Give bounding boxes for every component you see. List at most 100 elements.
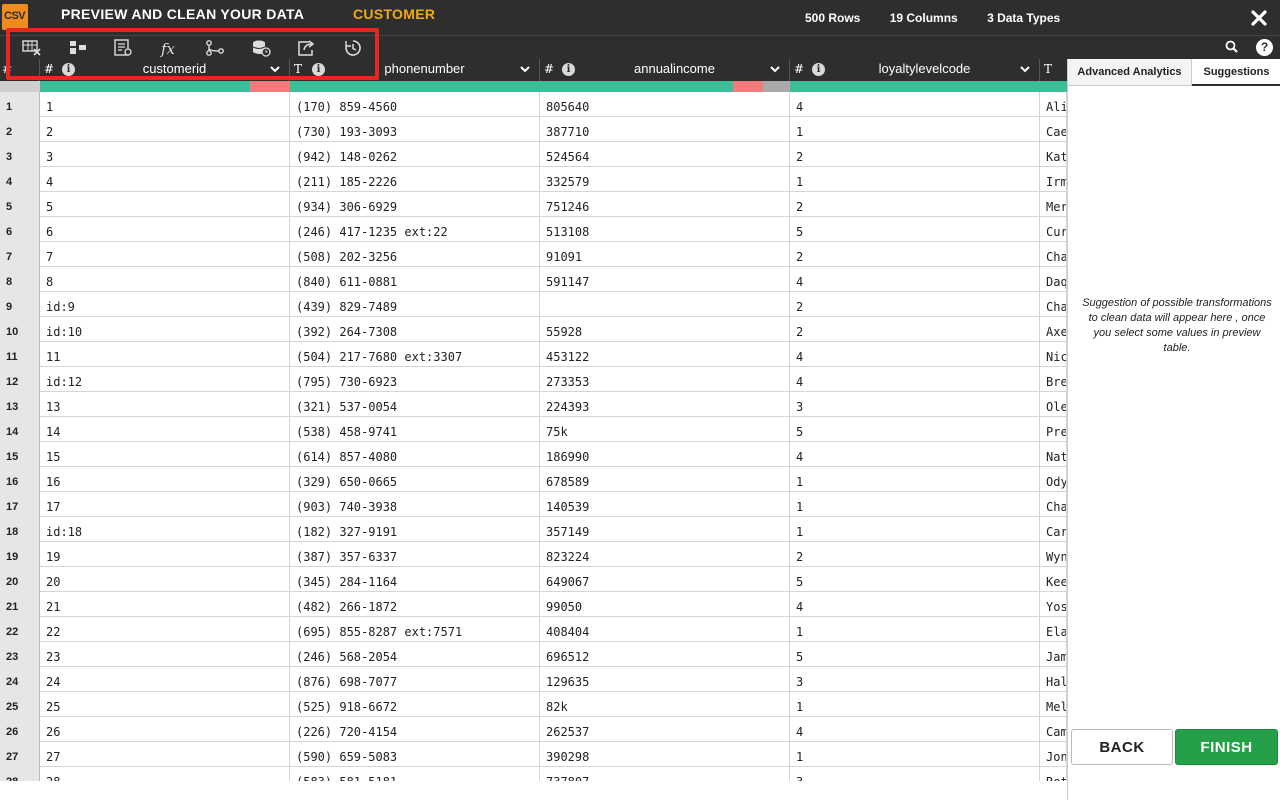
table-cell[interactable]: 1 (790, 692, 1040, 717)
table-cell[interactable]: 649067 (540, 567, 790, 592)
finish-button[interactable]: FINISH (1175, 729, 1278, 765)
table-cell[interactable]: Irm (1040, 167, 1067, 192)
table-cell[interactable]: (903) 740-3938 (290, 492, 540, 517)
table-cell[interactable]: 5 (40, 192, 290, 217)
table-row[interactable]: 2828(583) 581-51817378073Rot (0, 767, 1067, 781)
chevron-down-icon[interactable] (519, 64, 531, 74)
table-cell[interactable]: Daq (1040, 267, 1067, 292)
table-cell[interactable]: 4 (790, 442, 1040, 467)
table-cell[interactable]: Yos (1040, 592, 1067, 617)
column-header-loyaltylevelcode[interactable]: # i loyaltylevelcode (790, 59, 1040, 81)
table-row[interactable]: 20 20 (345) 284-1164 649067 5 Kee (0, 567, 1067, 592)
export-icon[interactable] (295, 37, 319, 59)
table-cell[interactable]: 1 (790, 517, 1040, 542)
table-cell[interactable]: 2 (790, 142, 1040, 167)
table-cell[interactable]: 751246 (540, 192, 790, 217)
table-cell[interactable]: Cur (1040, 217, 1067, 242)
table-cell[interactable]: 20 (40, 567, 290, 592)
table-cell[interactable]: 7 (40, 242, 290, 267)
table-cell[interactable]: 4 (790, 717, 1040, 742)
table-cell[interactable]: 5 (790, 642, 1040, 667)
table-cell[interactable]: 186990 (540, 442, 790, 467)
table-cell[interactable]: 28 (40, 767, 290, 781)
merge-columns-icon[interactable] (203, 37, 227, 59)
table-row[interactable]: 19 19 (387) 357-6337 823224 2 Wyn (0, 542, 1067, 567)
table-row[interactable]: 3 3 (942) 148-0262 524564 2 Kat (0, 142, 1067, 167)
table-cell[interactable]: (226) 720-4154 (290, 717, 540, 742)
table-cell[interactable]: Kat (1040, 142, 1067, 167)
table-row[interactable]: 8 8 (840) 611-0881 591147 4 Daq (0, 267, 1067, 292)
table-cell[interactable]: (795) 730-6923 (290, 367, 540, 392)
table-cell[interactable]: (182) 327-9191 (290, 517, 540, 542)
table-cell[interactable]: (840) 611-0881 (290, 267, 540, 292)
table-cell[interactable]: (246) 568-2054 (290, 642, 540, 667)
table-cell[interactable]: 4 (790, 92, 1040, 117)
table-row[interactable]: 10 id:10 (392) 264-7308 55928 2 Axe (0, 317, 1067, 342)
table-cell[interactable]: 75k (540, 417, 790, 442)
table-cell[interactable]: 1 (790, 617, 1040, 642)
table-cell[interactable]: 387710 (540, 117, 790, 142)
table-cell[interactable]: Cha (1040, 292, 1067, 317)
close-icon[interactable] (1250, 9, 1268, 27)
column-header-customerid[interactable]: # i customerid (40, 59, 290, 81)
table-cell[interactable]: 24 (40, 667, 290, 692)
table-cell[interactable]: id:18 (40, 517, 290, 542)
table-cell[interactable]: id:12 (40, 367, 290, 392)
table-cell[interactable]: 25 (40, 692, 290, 717)
split-column-icon[interactable] (66, 37, 90, 59)
table-cell[interactable]: 4 (40, 167, 290, 192)
table-cell[interactable]: 55928 (540, 317, 790, 342)
table-cell[interactable]: 2 (40, 117, 290, 142)
chevron-down-icon[interactable] (769, 64, 781, 74)
table-cell[interactable]: 4 (790, 592, 1040, 617)
table-cell[interactable]: Ali (1040, 92, 1067, 117)
table-cell[interactable]: Cae (1040, 117, 1067, 142)
table-cell[interactable]: 17 (40, 492, 290, 517)
table-row[interactable]: 14 14 (538) 458-9741 75k 5 Pre (0, 417, 1067, 442)
table-cell[interactable]: Hal (1040, 667, 1067, 692)
table-cell[interactable]: Jon (1040, 742, 1067, 767)
history-icon[interactable] (341, 37, 365, 59)
table-cell[interactable]: 3 (790, 667, 1040, 692)
tab-advanced-analytics[interactable]: Advanced Analytics (1068, 59, 1192, 86)
table-cell[interactable]: (583) 581-5181 (290, 767, 540, 781)
table-cell[interactable]: Pre (1040, 417, 1067, 442)
table-cell[interactable]: 1 (790, 742, 1040, 767)
table-cell[interactable]: 15 (40, 442, 290, 467)
table-cell[interactable]: 5 (790, 217, 1040, 242)
table-cell[interactable]: (387) 357-6337 (290, 542, 540, 567)
table-cell[interactable]: 11 (40, 342, 290, 367)
table-cell[interactable]: Jam (1040, 642, 1067, 667)
table-row[interactable]: 21 21 (482) 266-1872 99050 4 Yos (0, 592, 1067, 617)
table-cell[interactable]: Bre (1040, 367, 1067, 392)
table-row[interactable]: 6 6 (246) 417-1235 ext:22 513108 5 Cur (0, 217, 1067, 242)
table-cell[interactable]: (934) 306-6929 (290, 192, 540, 217)
table-cell[interactable]: Axe (1040, 317, 1067, 342)
database-sync-icon[interactable] (249, 37, 273, 59)
info-icon[interactable]: i (562, 63, 575, 76)
table-cell[interactable]: 224393 (540, 392, 790, 417)
table-cell[interactable]: 4 (790, 367, 1040, 392)
table-cell[interactable]: 262537 (540, 717, 790, 742)
info-icon[interactable]: i (62, 63, 75, 76)
table-cell[interactable]: 22 (40, 617, 290, 642)
remove-columns-icon[interactable] (20, 37, 44, 59)
table-cell[interactable]: 26 (40, 717, 290, 742)
table-cell[interactable]: 1 (790, 167, 1040, 192)
table-cell[interactable]: 2 (790, 242, 1040, 267)
table-cell[interactable]: Nat (1040, 442, 1067, 467)
table-cell[interactable] (540, 292, 790, 317)
table-row[interactable]: 18 id:18 (182) 327-9191 357149 1 Car (0, 517, 1067, 542)
table-row[interactable]: 25 25 (525) 918-6672 82k 1 Mel (0, 692, 1067, 717)
table-cell[interactable]: 13 (40, 392, 290, 417)
table-row[interactable]: 15 15 (614) 857-4080 186990 4 Nat (0, 442, 1067, 467)
table-cell[interactable]: id:9 (40, 292, 290, 317)
table-cell[interactable]: 91091 (540, 242, 790, 267)
table-cell[interactable]: (211) 185-2226 (290, 167, 540, 192)
table-row[interactable]: 7 7 (508) 202-3256 91091 2 Cha (0, 242, 1067, 267)
table-cell[interactable]: (170) 859-4560 (290, 92, 540, 117)
table-cell[interactable]: Wyn (1040, 542, 1067, 567)
table-cell[interactable]: 14 (40, 417, 290, 442)
table-cell[interactable]: Kee (1040, 567, 1067, 592)
help-icon[interactable]: ? (1256, 39, 1273, 56)
